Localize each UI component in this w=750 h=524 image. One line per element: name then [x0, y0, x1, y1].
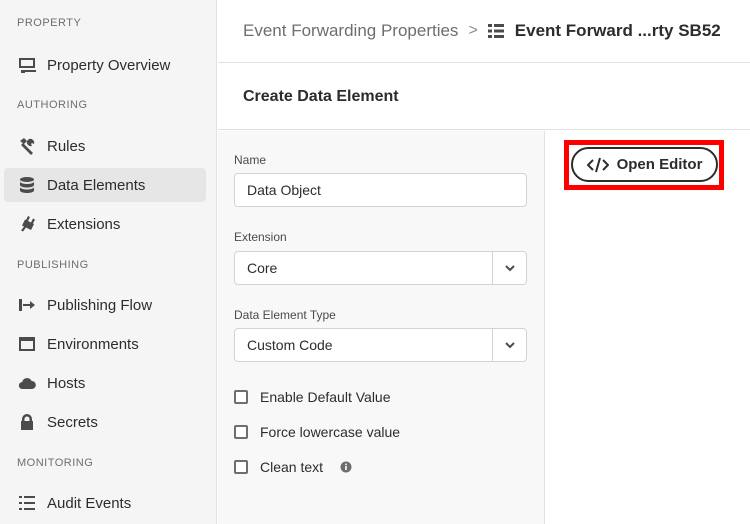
sidebar-item-label: Secrets	[47, 413, 98, 431]
sidebar-item-label: Publishing Flow	[47, 296, 153, 314]
sidebar-item-environments[interactable]: Environments	[4, 327, 206, 361]
database-icon	[17, 175, 37, 195]
chevron-down-icon[interactable]	[492, 329, 526, 361]
breadcrumb-current: Event Forward ...rty SB52	[514, 21, 721, 40]
data-element-type-label: Data Element Type	[234, 308, 336, 322]
breadcrumb-separator-icon: >	[468, 22, 478, 39]
sidebar-item-extensions[interactable]: Extensions	[4, 207, 206, 241]
sidebar-item-hosts[interactable]: Hosts	[4, 366, 206, 400]
breadcrumb: Event Forwarding Properties > Event Forw…	[218, 0, 750, 63]
section-title-monitoring: MONITORING	[17, 457, 94, 469]
checkbox-label: Clean text	[260, 459, 324, 475]
checkbox-label: Force lowercase value	[260, 424, 401, 440]
extension-label: Extension	[234, 230, 287, 244]
sidebar-item-secrets[interactable]: Secrets	[4, 405, 206, 439]
extension-select[interactable]: Core	[234, 251, 527, 285]
property-overview-icon	[17, 55, 37, 75]
list-icon	[17, 493, 37, 513]
page-title: Create Data Element	[243, 87, 399, 105]
sidebar-item-rules[interactable]: Rules	[4, 129, 206, 163]
sidebar-item-data-elements[interactable]: Data Elements	[4, 168, 206, 202]
chevron-down-icon[interactable]	[492, 252, 526, 284]
sidebar: PROPERTY Property Overview AUTHORING Rul…	[0, 0, 217, 524]
checkbox-box[interactable]	[234, 425, 248, 439]
section-title-authoring: AUTHORING	[17, 99, 88, 111]
data-element-type-select[interactable]: Custom Code	[234, 328, 527, 362]
info-icon[interactable]	[340, 461, 352, 473]
data-element-type-selected-value: Custom Code	[247, 337, 333, 353]
sidebar-item-audit-events[interactable]: Audit Events	[4, 486, 206, 520]
name-label: Name	[234, 153, 267, 167]
publishing-flow-icon	[17, 295, 37, 315]
plug-icon	[17, 214, 37, 234]
cloud-icon	[17, 373, 37, 393]
section-title-publishing: PUBLISHING	[17, 259, 89, 271]
form-panel: Name Extension Core Data Element Type Cu…	[218, 131, 545, 524]
checkbox-box[interactable]	[234, 390, 248, 404]
breadcrumb-parent-link[interactable]: Event Forwarding Properties	[243, 21, 458, 41]
sidebar-item-label: Data Elements	[47, 176, 146, 194]
enable-default-value-checkbox[interactable]: Enable Default Value	[234, 389, 391, 405]
property-list-icon	[487, 22, 505, 40]
lock-icon	[17, 412, 37, 432]
force-lowercase-checkbox[interactable]: Force lowercase value	[234, 424, 400, 440]
open-editor-label: Open Editor	[616, 156, 703, 173]
checkbox-box[interactable]	[234, 460, 248, 474]
sidebar-item-label: Hosts	[47, 374, 86, 392]
sidebar-item-property-overview[interactable]: Property Overview	[4, 48, 206, 82]
checkbox-label: Enable Default Value	[260, 389, 391, 405]
tools-icon	[17, 136, 37, 156]
sidebar-item-label: Extensions	[47, 215, 121, 233]
window-icon	[17, 334, 37, 354]
sidebar-item-publishing-flow[interactable]: Publishing Flow	[4, 288, 206, 322]
page-header: Create Data Element	[218, 64, 750, 130]
sidebar-item-label: Audit Events	[47, 494, 132, 512]
open-editor-button[interactable]: Open Editor	[571, 147, 718, 182]
sidebar-item-label: Rules	[47, 137, 86, 155]
sidebar-item-label: Environments	[47, 335, 139, 353]
name-input[interactable]	[234, 173, 527, 207]
sidebar-item-label: Property Overview	[47, 56, 171, 74]
clean-text-checkbox[interactable]: Clean text	[234, 459, 352, 475]
section-title-property: PROPERTY	[17, 17, 82, 29]
code-icon	[586, 157, 609, 173]
extension-selected-value: Core	[247, 260, 278, 276]
